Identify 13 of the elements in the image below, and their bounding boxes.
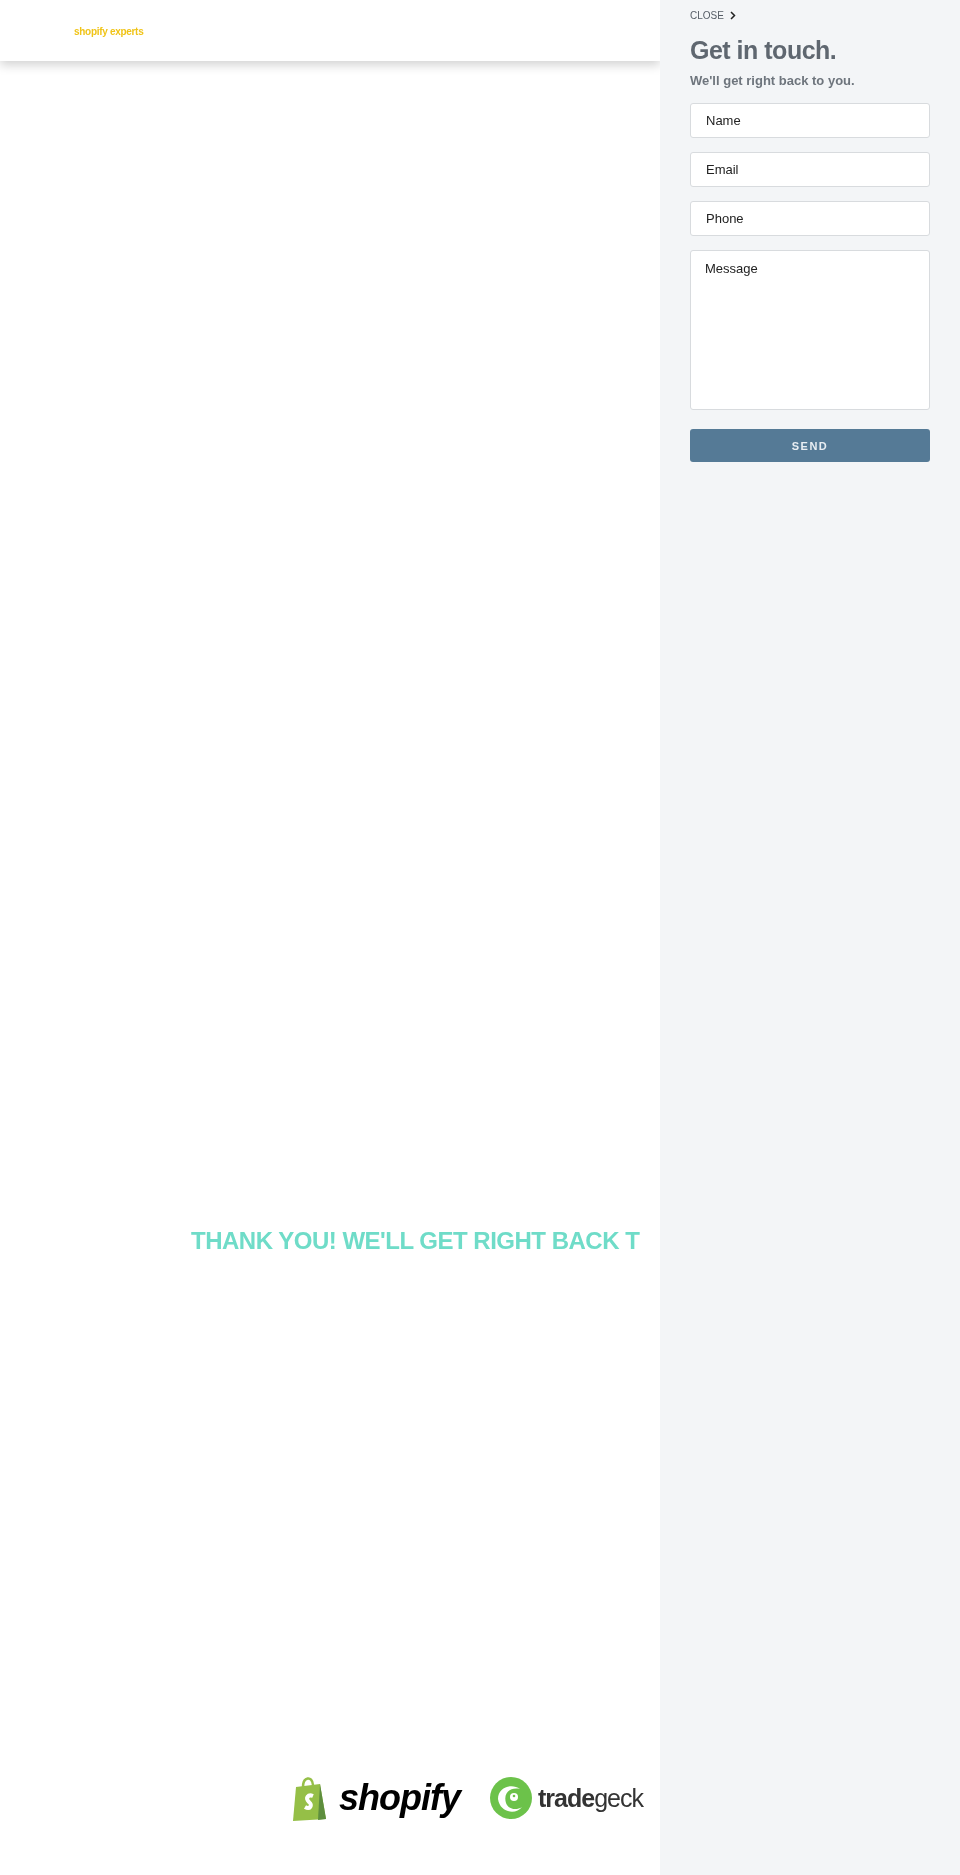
panel-title: Get in touch.	[690, 36, 838, 65]
input-field[interactable]: Phone	[690, 201, 930, 236]
chevron-right-icon	[729, 11, 736, 20]
thank-you-message: THANK YOU! WE'LL GET RIGHT BACK T	[190, 1227, 641, 1255]
brand-name: tradegeck	[538, 1783, 643, 1813]
gecko-icon	[490, 1777, 532, 1819]
close-button[interactable]: CLOSE	[690, 10, 736, 21]
message-field[interactable]: Message	[690, 250, 930, 410]
input-field[interactable]: Name	[690, 103, 930, 138]
shopping-bag-icon	[293, 1775, 327, 1821]
input-field[interactable]: Email	[690, 152, 930, 187]
send-button[interactable]: SEND	[690, 429, 930, 462]
panel-subtitle: We'll get right back to you.	[690, 73, 856, 88]
